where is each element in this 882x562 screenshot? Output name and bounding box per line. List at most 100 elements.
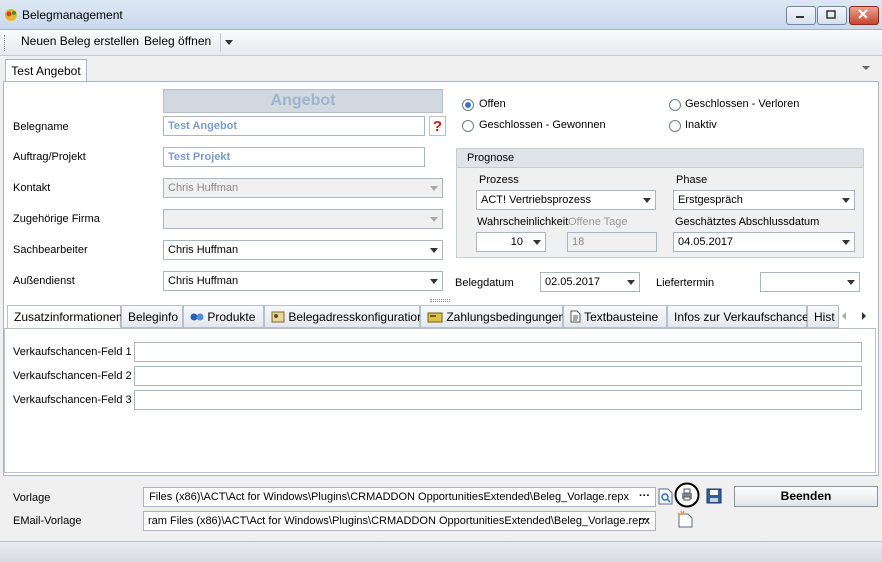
email-vorlage-input[interactable]: ram Files (x86)\ACT\Act for Windows\Plug… [143,511,656,531]
aussendienst-value: Chris Huffman [168,275,239,287]
minimize-button[interactable] [786,6,816,25]
products-icon [190,313,204,321]
tab-infos-verkaufschance[interactable]: Infos zur Verkaufschance [667,305,809,328]
preview-icon[interactable] [658,488,673,505]
inaktiv-label: Inaktiv [685,119,717,131]
tab-hist[interactable]: Hist [807,305,839,328]
offene-tage-label: Offene Tage [568,216,628,228]
abschlussdatum-select[interactable]: 04.05.2017 [673,232,855,252]
payment-icon [427,312,443,323]
firma-select[interactable] [163,209,443,229]
firma-label: Zugehörige Firma [13,213,100,225]
radio-offen[interactable] [462,99,474,111]
close-window-button[interactable] [849,6,879,25]
sachbearbeiter-value: Chris Huffman [168,244,239,256]
tab-test-angebot[interactable]: Test Angebot [5,59,87,82]
offen-label: Offen [479,98,506,110]
phase-select[interactable]: Erstgespräch [673,190,855,210]
auftrag-label: Auftrag/Projekt [13,151,86,163]
kontakt-value: Chris Huffman [168,182,239,194]
verloren-label: Geschlossen - Verloren [685,98,800,110]
verkaufschancen-feld-1-input[interactable] [134,342,862,362]
toolbar-overflow-button[interactable] [220,33,236,52]
sachbearbeiter-label: Sachbearbeiter [13,244,88,256]
abschlussdatum-value: 04.05.2017 [678,236,734,248]
aussendienst-select[interactable]: Chris Huffman [163,271,443,291]
radio-gewonnen[interactable] [462,120,474,132]
address-icon [271,311,285,323]
vorlage-value: Files (x86)\ACT\Act for Windows\Plugins\… [149,491,629,503]
tab-zahlungsbedingungen[interactable]: Zahlungsbedingungen [420,305,566,328]
verkaufschancen-feld-2-input[interactable] [134,366,862,386]
beenden-button[interactable]: Beenden [734,486,878,507]
vorlage-browse-button[interactable]: ··· [639,490,650,502]
wahrscheinlichkeit-select[interactable]: 10 [476,232,546,252]
save-icon[interactable] [706,488,722,504]
prognose-title: Prognose [467,152,515,164]
tab-textbausteine[interactable]: Textbausteine [563,305,667,328]
belegname-input[interactable]: Test Angebot [163,116,425,136]
prozess-select[interactable]: ACT! Vertriebsprozess [476,190,656,210]
tab-label: Zusatzinformationen [14,310,123,324]
prozess-value: ACT! Vertriebsprozess [481,194,592,206]
help-icon[interactable]: ? [429,116,446,136]
belegdatum-label: Belegdatum [455,277,514,289]
belegname-label: Belegname [13,121,69,133]
kontakt-label: Kontakt [13,182,51,194]
svg-text:?: ? [433,118,442,135]
tab-label: Textbausteine [584,310,659,324]
prozess-label: Prozess [479,174,519,186]
toolbar: Neuen Beleg erstellen Beleg öffnen [0,30,882,56]
minimize-icon [796,16,804,18]
splitter-grip[interactable] [430,299,450,302]
app-icon [5,9,17,21]
kontakt-select[interactable]: Chris Huffman [163,178,443,198]
tab-label: Zahlungsbedingungen [446,310,566,324]
radio-inaktiv[interactable] [669,120,681,132]
tab-belegadresskonfiguration[interactable]: Belegadresskonfiguration [264,305,424,328]
auftrag-input[interactable]: Test Projekt [163,147,425,167]
new-document-button[interactable]: Neuen Beleg erstellen [21,34,139,48]
tab-label: Belegadresskonfiguration [288,310,424,324]
tab-produkte[interactable]: Produkte [183,305,264,328]
tab-label: Infos zur Verkaufschance [674,310,809,324]
verkaufschancen-feld-3-input[interactable] [134,390,862,410]
gewonnen-label: Geschlossen - Gewonnen [479,119,606,131]
liefertermin-select[interactable] [760,272,860,292]
print-icon[interactable] [674,482,700,508]
verkaufschancen-feld-1-label: Verkaufschancen-Feld 1 [13,346,132,358]
tab-label: Hist [814,310,835,324]
toolbar-grip[interactable] [4,35,7,51]
radio-verloren[interactable] [669,99,681,111]
tab-beleginfo[interactable]: Beleginfo [121,305,183,328]
abschlussdatum-label: Geschätztes Abschlussdatum [675,216,820,228]
belegdatum-select[interactable]: 02.05.2017 [540,272,640,292]
wahrscheinlichkeit-label: Wahrscheinlichkeit [477,216,569,228]
tab-scroll-left-icon[interactable] [840,311,848,321]
email-vorlage-value: ram Files (x86)\ACT\Act for Windows\Plug… [148,515,650,527]
phase-label: Phase [676,174,708,186]
open-document-button[interactable]: Beleg öffnen [144,34,211,48]
vorlage-label: Vorlage [13,492,51,504]
maximize-icon [826,10,836,19]
email-vorlage-browse-button[interactable]: ··· [639,514,650,526]
chevron-down-icon[interactable] [861,64,871,72]
new-document-icon[interactable] [677,510,694,528]
tab-zusatzinformationen[interactable]: Zusatzinformationen [7,305,123,329]
wahrscheinlichkeit-value: 10 [510,236,523,248]
belegdatum-value: 02.05.2017 [545,276,601,288]
document-icon [570,310,581,323]
close-icon [858,9,868,19]
maximize-button[interactable] [817,6,847,25]
liefertermin-label: Liefertermin [656,277,715,289]
sachbearbeiter-select[interactable]: Chris Huffman [163,240,443,260]
phase-value: Erstgespräch [678,194,743,206]
tab-scroll-right-icon[interactable] [860,311,868,321]
tab-label: Beleginfo [128,310,179,324]
window-title: Belegmanagement [22,8,123,22]
document-type-header: Angebot [163,89,443,113]
vorlage-input[interactable]: Files (x86)\ACT\Act for Windows\Plugins\… [143,487,656,507]
offene-tage-field: 18 [567,232,657,252]
verkaufschancen-feld-2-label: Verkaufschancen-Feld 2 [13,370,132,382]
aussendienst-label: Außendienst [13,275,75,287]
